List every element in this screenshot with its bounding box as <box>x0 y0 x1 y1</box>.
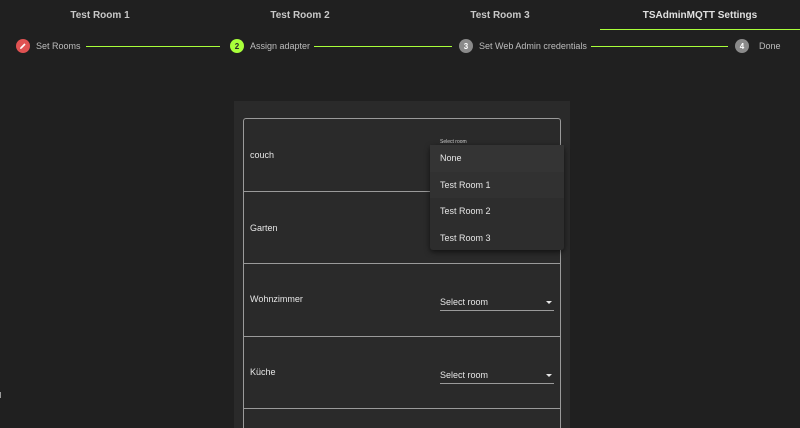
step-done[interactable]: 4 Done <box>735 39 781 53</box>
dropdown-option-test-room-1[interactable]: Test Room 1 <box>430 171 564 198</box>
tab-tsadminmqtt-settings[interactable]: TSAdminMQTT Settings <box>600 0 800 30</box>
step-label: Done <box>759 41 781 51</box>
step-connector <box>591 45 728 47</box>
step-set-rooms[interactable]: Set Rooms <box>16 39 81 53</box>
adapter-name: Wohnzimmer <box>250 294 303 304</box>
edge-marker <box>0 392 1 398</box>
dropdown-option-none[interactable]: None <box>430 145 564 172</box>
adapter-row <box>244 409 560 428</box>
step-assign-adapter[interactable]: 2 Assign adapter <box>230 39 310 53</box>
setup-stepper: Set Rooms 2 Assign adapter 3 Set Web Adm… <box>0 30 800 62</box>
dropdown-arrow-icon <box>546 373 552 377</box>
dropdown-arrow-icon <box>546 301 552 304</box>
adapter-row: Küche Select room <box>244 337 560 409</box>
step-number-badge: 2 <box>230 39 244 53</box>
select-value: Select room <box>440 297 489 307</box>
room-tabs: Test Room 1 Test Room 2 Test Room 3 TSAd… <box>0 0 800 30</box>
pencil-icon <box>16 39 30 53</box>
step-label: Set Rooms <box>36 41 81 51</box>
step-connector <box>314 45 452 47</box>
adapter-name: Küche <box>250 366 276 377</box>
adapter-row: Wohnzimmer Select room <box>244 264 560 337</box>
tab-test-room-2[interactable]: Test Room 2 <box>200 0 400 30</box>
adapter-name: couch <box>250 150 275 160</box>
select-value: Select room <box>440 369 489 380</box>
room-select[interactable]: Select room <box>440 370 554 384</box>
tab-test-room-1[interactable]: Test Room 1 <box>0 0 200 30</box>
step-label: Assign adapter <box>250 41 311 51</box>
step-connector <box>86 45 220 47</box>
dropdown-option-test-room-2[interactable]: Test Room 2 <box>430 198 564 225</box>
dropdown-option-test-room-3[interactable]: Test Room 3 <box>430 225 564 252</box>
step-number-badge: 4 <box>735 39 749 53</box>
adapter-name: Garten <box>250 222 278 233</box>
room-select-dropdown: None Test Room 1 Test Room 2 Test Room 3 <box>430 145 564 250</box>
step-label: Set Web Admin credentials <box>479 41 587 51</box>
step-number-badge: 3 <box>459 39 473 53</box>
tab-test-room-3[interactable]: Test Room 3 <box>400 0 600 30</box>
step-set-web-admin-credentials[interactable]: 3 Set Web Admin credentials <box>459 39 587 53</box>
room-select[interactable]: Select room <box>440 297 554 311</box>
